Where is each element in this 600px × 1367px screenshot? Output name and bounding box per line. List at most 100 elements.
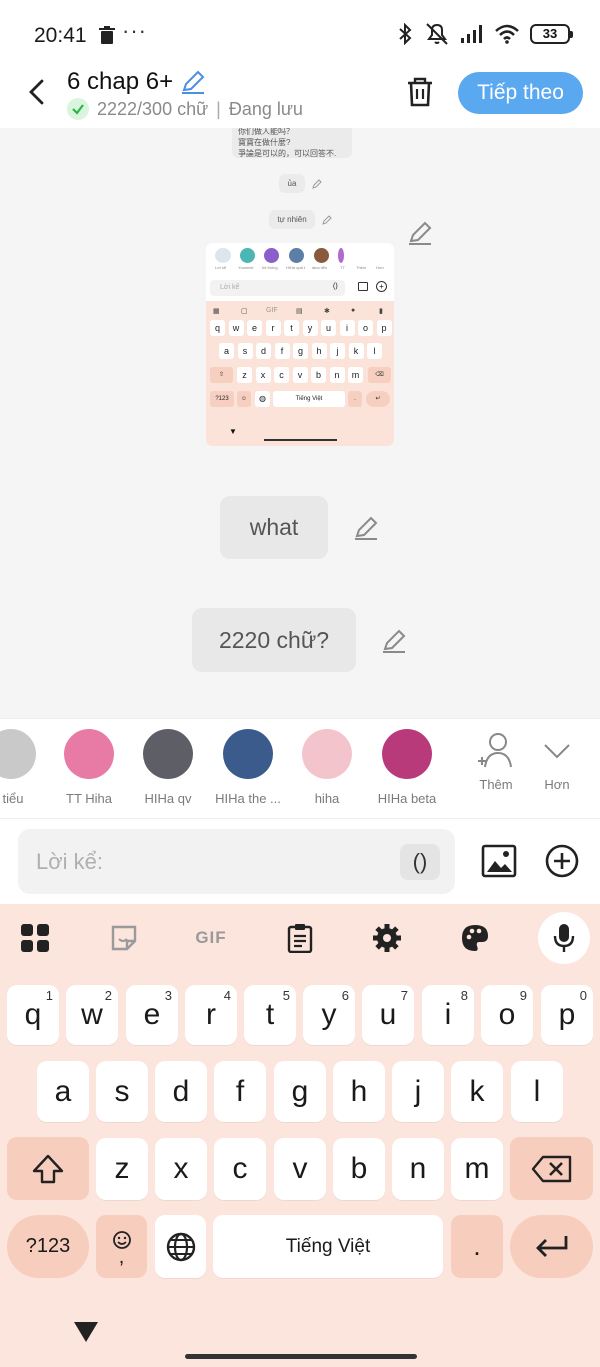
mini-avatar-label: Hơn [376,265,384,270]
letter-key[interactable]: s [96,1061,148,1122]
character-avatar[interactable] [382,729,432,779]
signal-icon [461,25,482,43]
letter-key[interactable]: g [274,1061,326,1122]
language-key[interactable] [155,1215,206,1278]
character-avatar[interactable] [223,729,273,779]
enter-key[interactable] [510,1215,593,1278]
letter-key[interactable]: m [451,1138,503,1200]
letter-key[interactable]: c [214,1138,266,1200]
key-label: e [143,998,161,1031]
letter-key[interactable]: i8 [422,985,474,1045]
letter-key[interactable]: o9 [481,985,533,1045]
editor-header: 6 chap 6+ 2222/300 chữ | Đang lưu Tiếp t… [0,64,600,128]
key-label: q [24,998,42,1031]
period-key[interactable]: . [451,1215,503,1278]
letter-key[interactable]: j [392,1061,444,1122]
add-icon[interactable] [545,844,579,878]
mini-settings-icon: ✱ [324,308,330,315]
space-key[interactable]: Tiếng Việt [213,1215,443,1278]
gif-icon[interactable]: GIF [191,922,231,954]
message-bubble[interactable]: 2220 chữ? [192,608,356,672]
edit-icon[interactable] [322,215,332,225]
mini-plus-icon: + [376,281,387,292]
wifi-icon [495,24,519,44]
add-person-icon [478,733,512,768]
add-character-button[interactable]: Thêm [466,731,526,792]
mini-mic-icon: ▮ [379,308,383,315]
letter-key[interactable]: w2 [66,985,118,1045]
letter-key[interactable]: y6 [303,985,355,1045]
microphone-button[interactable] [538,912,590,964]
letter-key[interactable]: a [37,1061,89,1122]
apps-icon[interactable] [19,922,51,954]
message-bubble[interactable]: what [220,496,328,559]
chat-area[interactable]: 你们做人能吗？ 寶寶在做什麼? 爭論是可以的，可以回答不. ủa tự nhiê… [0,128,600,718]
letter-key[interactable]: x [155,1138,207,1200]
character-avatar[interactable] [64,729,114,779]
back-button[interactable] [20,74,52,110]
message-bubble[interactable]: ủa [279,174,305,193]
settings-icon[interactable] [371,922,403,954]
letter-key[interactable]: p0 [541,985,593,1045]
keyboard: GIF q1w2e3r4t5y6u7i8o9p0 asdfghjkl zxcvb… [0,904,600,1367]
delete-button[interactable] [405,76,435,108]
mini-avatar-label: hệ thống [262,265,278,270]
microphone-icon [553,924,575,952]
parentheses-button[interactable]: () [400,844,440,880]
edit-icon[interactable] [381,628,407,654]
edit-icon[interactable] [353,515,379,541]
emoji-key[interactable]: , [96,1215,147,1278]
bluetooth-icon [399,23,412,45]
key-label: r [206,998,216,1031]
mini-symbols-key: ?123 [210,391,234,407]
letter-key[interactable]: e3 [126,985,178,1045]
chevron-down-icon [544,744,570,759]
key-label: p [558,998,576,1031]
mini-letter-key: p [376,320,392,336]
mini-avatar [240,248,255,263]
letter-key[interactable]: l [511,1061,563,1122]
clipboard-icon[interactable] [284,922,316,954]
backspace-icon [531,1155,571,1182]
letter-key[interactable]: k [451,1061,503,1122]
mini-apps-icon: ▦ [213,308,220,315]
shift-key[interactable] [7,1137,89,1200]
more-button[interactable]: Hơn [527,731,587,792]
letter-key[interactable]: d [155,1061,207,1122]
mini-letter-key: n [329,367,345,383]
message-line: 你们做人能吗？ [238,128,294,136]
letter-key[interactable]: n [392,1138,444,1200]
letter-key[interactable]: r4 [185,985,237,1045]
letter-key[interactable]: h [333,1061,385,1122]
mini-gif-icon: GIF [266,307,278,314]
character-avatar[interactable] [0,729,36,779]
collapse-keyboard-icon[interactable] [72,1320,100,1344]
letter-key[interactable]: v [274,1138,326,1200]
backspace-key[interactable] [510,1137,593,1200]
mini-avatar [215,248,231,263]
message-line: 爭論是可以的，可以回答不. [238,149,337,158]
letter-key[interactable]: t5 [244,985,296,1045]
character-avatar[interactable] [302,729,352,779]
palette-icon[interactable] [459,922,491,954]
letter-key[interactable]: u7 [362,985,414,1045]
narration-input[interactable]: Lời kể: [18,829,455,894]
mini-letter-key: z [237,367,252,383]
screenshot-image[interactable]: Lời kể Yuumeki hệ thống HIHa quả t lana … [206,243,394,446]
letter-key[interactable]: q1 [7,985,59,1045]
letter-key[interactable]: z [96,1138,148,1200]
letter-key[interactable]: b [333,1138,385,1200]
character-avatar[interactable] [143,729,193,779]
symbols-key[interactable]: ?123 [7,1215,89,1278]
letter-key[interactable]: f [214,1061,266,1122]
message-bubble[interactable]: tự nhiên [269,210,315,229]
image-icon[interactable] [481,843,517,879]
edit-title-icon[interactable] [180,69,206,95]
next-button[interactable]: Tiếp theo [458,72,583,114]
message-bubble[interactable]: 你们做人能吗？ 寶寶在做什麼? 爭論是可以的，可以回答不. [232,128,352,158]
edit-icon[interactable] [407,220,433,246]
status-bar: 20:41 ··· 33 [0,0,600,70]
composer: Lời kể: () [0,818,600,904]
sticker-icon[interactable] [108,922,140,954]
edit-icon[interactable] [312,179,322,189]
